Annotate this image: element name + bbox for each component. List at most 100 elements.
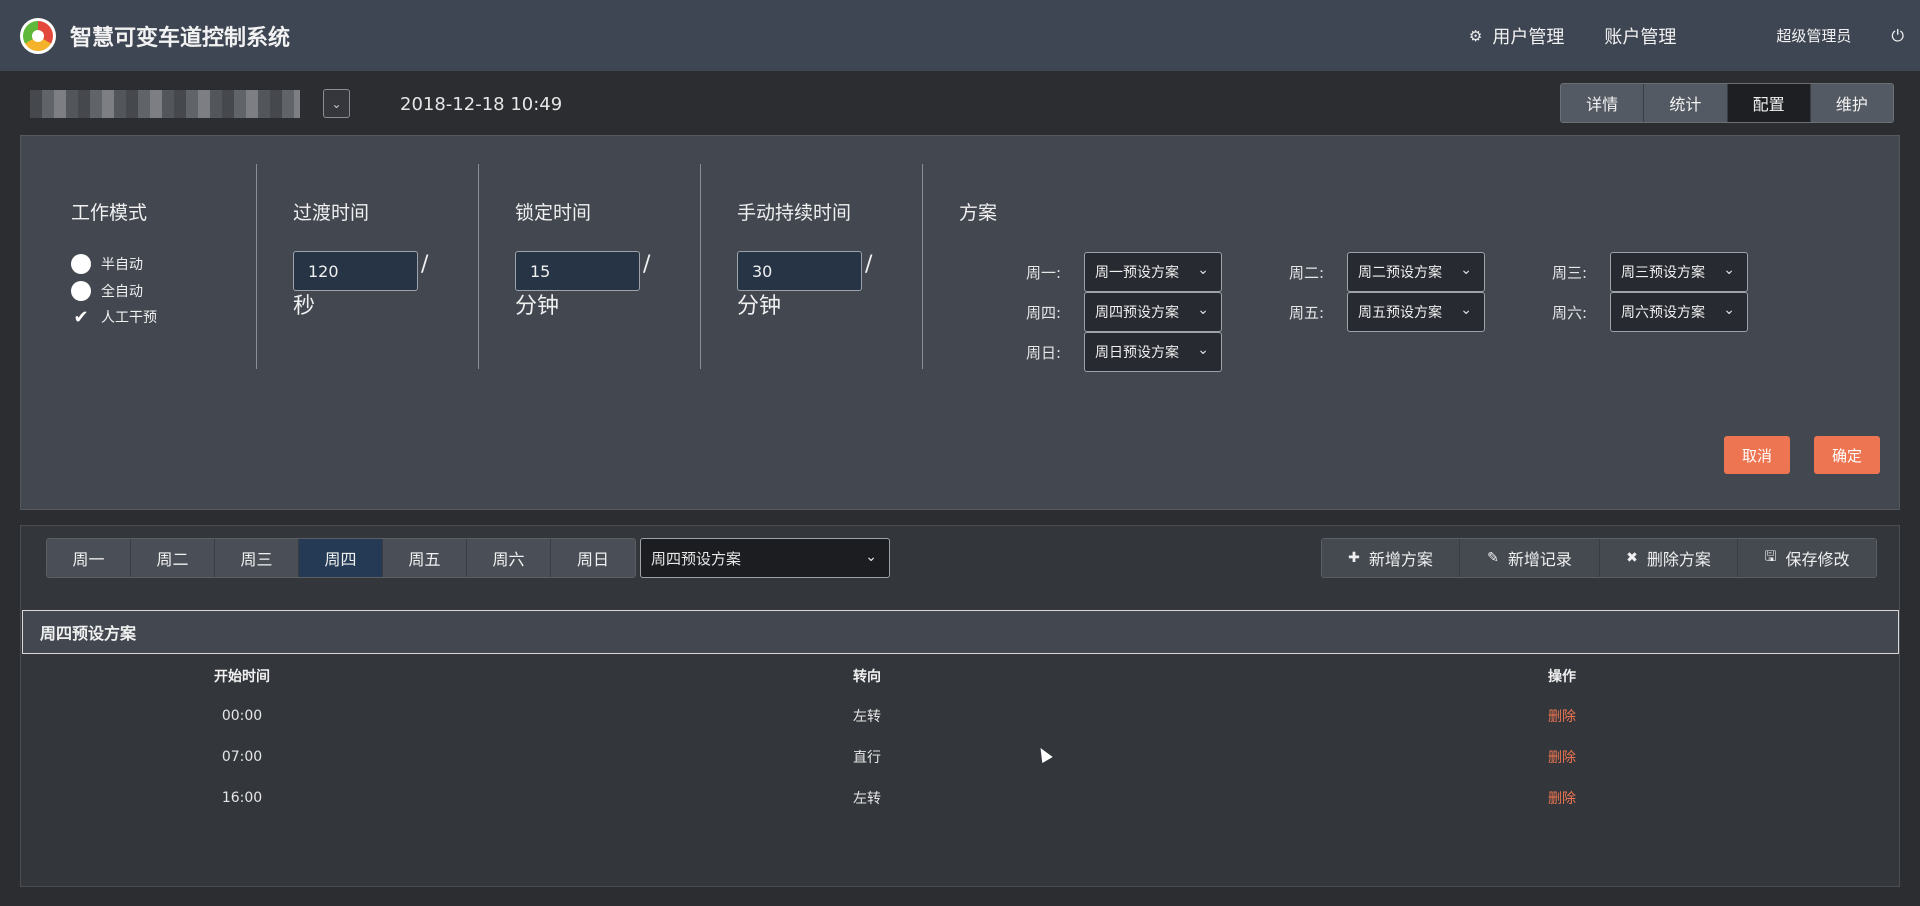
column-header-start-time: 开始时间 <box>214 669 270 685</box>
chevron-down-icon: ⌄ <box>1197 262 1209 278</box>
chevron-down-icon: ⌄ <box>331 96 342 111</box>
chevron-down-icon: ⌄ <box>1460 302 1472 318</box>
add-record-label: 新增记录 <box>1507 550 1572 569</box>
delete-row-link[interactable]: 删除 <box>1512 737 1612 777</box>
delete-row-link[interactable]: 删除 <box>1512 778 1612 818</box>
week-tab-monday[interactable]: 周一 <box>47 539 131 577</box>
transition-time-title: 过渡时间 <box>293 202 370 224</box>
mode-semi-auto[interactable]: 半自动 <box>71 254 143 274</box>
top-nav: ⚙ 用户管理 账户管理 超级管理员 ⏻ <box>1469 0 1920 71</box>
nav-account-management-label: 账户管理 <box>1604 26 1677 48</box>
tab-statistics[interactable]: 统计 <box>1644 84 1728 122</box>
save-changes-label: 保存修改 <box>1785 550 1850 569</box>
table-header-row: 开始时间 转向 操作 <box>22 656 1899 696</box>
cancel-button[interactable]: 取消 <box>1724 436 1790 474</box>
start-time-cell: 16:00 <box>221 790 263 806</box>
gear-icon: ⚙ <box>1468 26 1483 45</box>
plan-select-wednesday[interactable]: 周三预设方案 ⌄ <box>1610 252 1748 292</box>
week-tab-tuesday[interactable]: 周二 <box>131 539 215 577</box>
plan-select-tuesday[interactable]: 周二预设方案 ⌄ <box>1347 252 1485 292</box>
device-dropdown-button[interactable]: ⌄ <box>323 89 350 118</box>
slash: / <box>421 252 429 277</box>
week-tab-thursday[interactable]: 周四 <box>299 539 383 577</box>
view-tabs: 详情 统计 配置 维护 <box>1560 83 1894 123</box>
plan-select-friday[interactable]: 周五预设方案 ⌄ <box>1347 292 1485 332</box>
plan-panel-title: 周四预设方案 <box>22 610 1899 654</box>
top-bar: 智慧可变车道控制系统 ⚙ 用户管理 账户管理 超级管理员 ⏻ <box>0 0 1920 71</box>
week-tab-friday[interactable]: 周五 <box>383 539 467 577</box>
plan-select-thursday[interactable]: 周四预设方案 ⌄ <box>1084 292 1222 332</box>
direction-cell: 左转 <box>853 791 881 807</box>
current-user[interactable]: 超级管理员 <box>1776 25 1851 46</box>
lock-time-input[interactable]: 15 <box>515 251 640 291</box>
week-tab-saturday[interactable]: 周六 <box>467 539 551 577</box>
tab-maintenance[interactable]: 维护 <box>1810 84 1893 122</box>
chevron-down-icon: ⌄ <box>865 549 877 565</box>
column-header-direction: 转向 <box>853 669 881 685</box>
delete-row-link[interactable]: 删除 <box>1512 696 1612 736</box>
device-name-blurred <box>30 90 300 118</box>
day-label-sunday: 周日: <box>1026 344 1062 362</box>
power-icon[interactable]: ⏻ <box>1891 26 1904 46</box>
mode-label: 全自动 <box>101 284 143 300</box>
manual-duration-input[interactable]: 30 <box>737 251 862 291</box>
transition-unit: 秒 <box>293 294 316 319</box>
delete-plan-label: 删除方案 <box>1646 550 1711 569</box>
lock-unit: 分钟 <box>515 294 560 319</box>
plan-select-value: 周日预设方案 <box>1095 345 1179 361</box>
divider <box>700 164 701 369</box>
config-panel: 工作模式 半自动 全自动 ✔ 人工干预 过渡时间 120 / 秒 锁定时间 15… <box>20 135 1900 510</box>
save-changes-button[interactable]: 🖫 保存修改 <box>1738 539 1876 577</box>
nav-account-management[interactable]: 账户管理 <box>1604 23 1676 49</box>
radio-button[interactable] <box>71 254 91 274</box>
app-logo-icon <box>20 17 56 54</box>
chevron-down-icon: ⌄ <box>1460 262 1472 278</box>
week-tab-wednesday[interactable]: 周三 <box>215 539 299 577</box>
divider <box>256 164 257 369</box>
tab-details[interactable]: 详情 <box>1561 84 1645 122</box>
add-plan-label: 新增方案 <box>1368 550 1433 569</box>
radio-button[interactable] <box>71 281 91 301</box>
day-label-thursday: 周四: <box>1026 304 1062 322</box>
chevron-down-icon: ⌄ <box>1197 302 1209 318</box>
day-label-friday: 周五: <box>1289 304 1325 322</box>
delete-plan-button[interactable]: ✖ 删除方案 <box>1600 539 1738 577</box>
day-label-tuesday: 周二: <box>1289 264 1325 282</box>
nav-user-management[interactable]: ⚙ 用户管理 <box>1469 23 1564 49</box>
divider <box>478 164 479 369</box>
plus-icon: ✚ <box>1348 550 1360 566</box>
plan-actions: ✚ 新增方案 ✎ 新增记录 ✖ 删除方案 🖫 保存修改 <box>1321 538 1877 578</box>
day-label-wednesday: 周三: <box>1552 264 1588 282</box>
plan-select-value: 周六预设方案 <box>1621 305 1705 321</box>
pencil-icon: ✎ <box>1487 550 1499 566</box>
table-row: 00:00 左转 删除 <box>22 696 1899 736</box>
plan-dropdown[interactable]: 周四预设方案 ⌄ <box>640 538 890 578</box>
transition-time-input[interactable]: 120 <box>293 251 418 291</box>
table-row: 07:00 直行 删除 <box>22 737 1899 777</box>
mode-full-auto[interactable]: 全自动 <box>71 281 143 301</box>
plan-select-value: 周二预设方案 <box>1358 265 1442 281</box>
confirm-button[interactable]: 确定 <box>1814 436 1880 474</box>
plan-select-value: 周五预设方案 <box>1358 305 1442 321</box>
day-label-saturday: 周六: <box>1552 304 1588 322</box>
plan-select-saturday[interactable]: 周六预设方案 ⌄ <box>1610 292 1748 332</box>
add-record-button[interactable]: ✎ 新增记录 <box>1460 539 1600 577</box>
mode-label: 人工干预 <box>101 310 157 326</box>
plan-dropdown-value: 周四预设方案 <box>651 549 742 568</box>
table-row: 16:00 左转 删除 <box>22 778 1899 818</box>
current-datetime: 2018-12-18 10:49 <box>400 94 563 115</box>
direction-cell: 左转 <box>853 709 881 725</box>
plan-select-monday[interactable]: 周一预设方案 ⌄ <box>1084 252 1222 292</box>
checkmark-icon[interactable]: ✔ <box>71 307 91 328</box>
plan-select-value: 周四预设方案 <box>1095 305 1179 321</box>
nav-user-management-label: 用户管理 <box>1492 26 1565 48</box>
plan-select-value: 周三预设方案 <box>1621 265 1705 281</box>
plan-select-sunday[interactable]: 周日预设方案 ⌄ <box>1084 332 1222 372</box>
slash: / <box>643 252 651 277</box>
lock-time-title: 锁定时间 <box>515 202 592 224</box>
mode-manual[interactable]: ✔ 人工干预 <box>71 307 157 328</box>
tab-config[interactable]: 配置 <box>1727 84 1811 122</box>
week-tabs: 周一 周二 周三 周四 周五 周六 周日 <box>46 538 636 578</box>
week-tab-sunday[interactable]: 周日 <box>551 539 635 577</box>
add-plan-button[interactable]: ✚ 新增方案 <box>1322 539 1460 577</box>
